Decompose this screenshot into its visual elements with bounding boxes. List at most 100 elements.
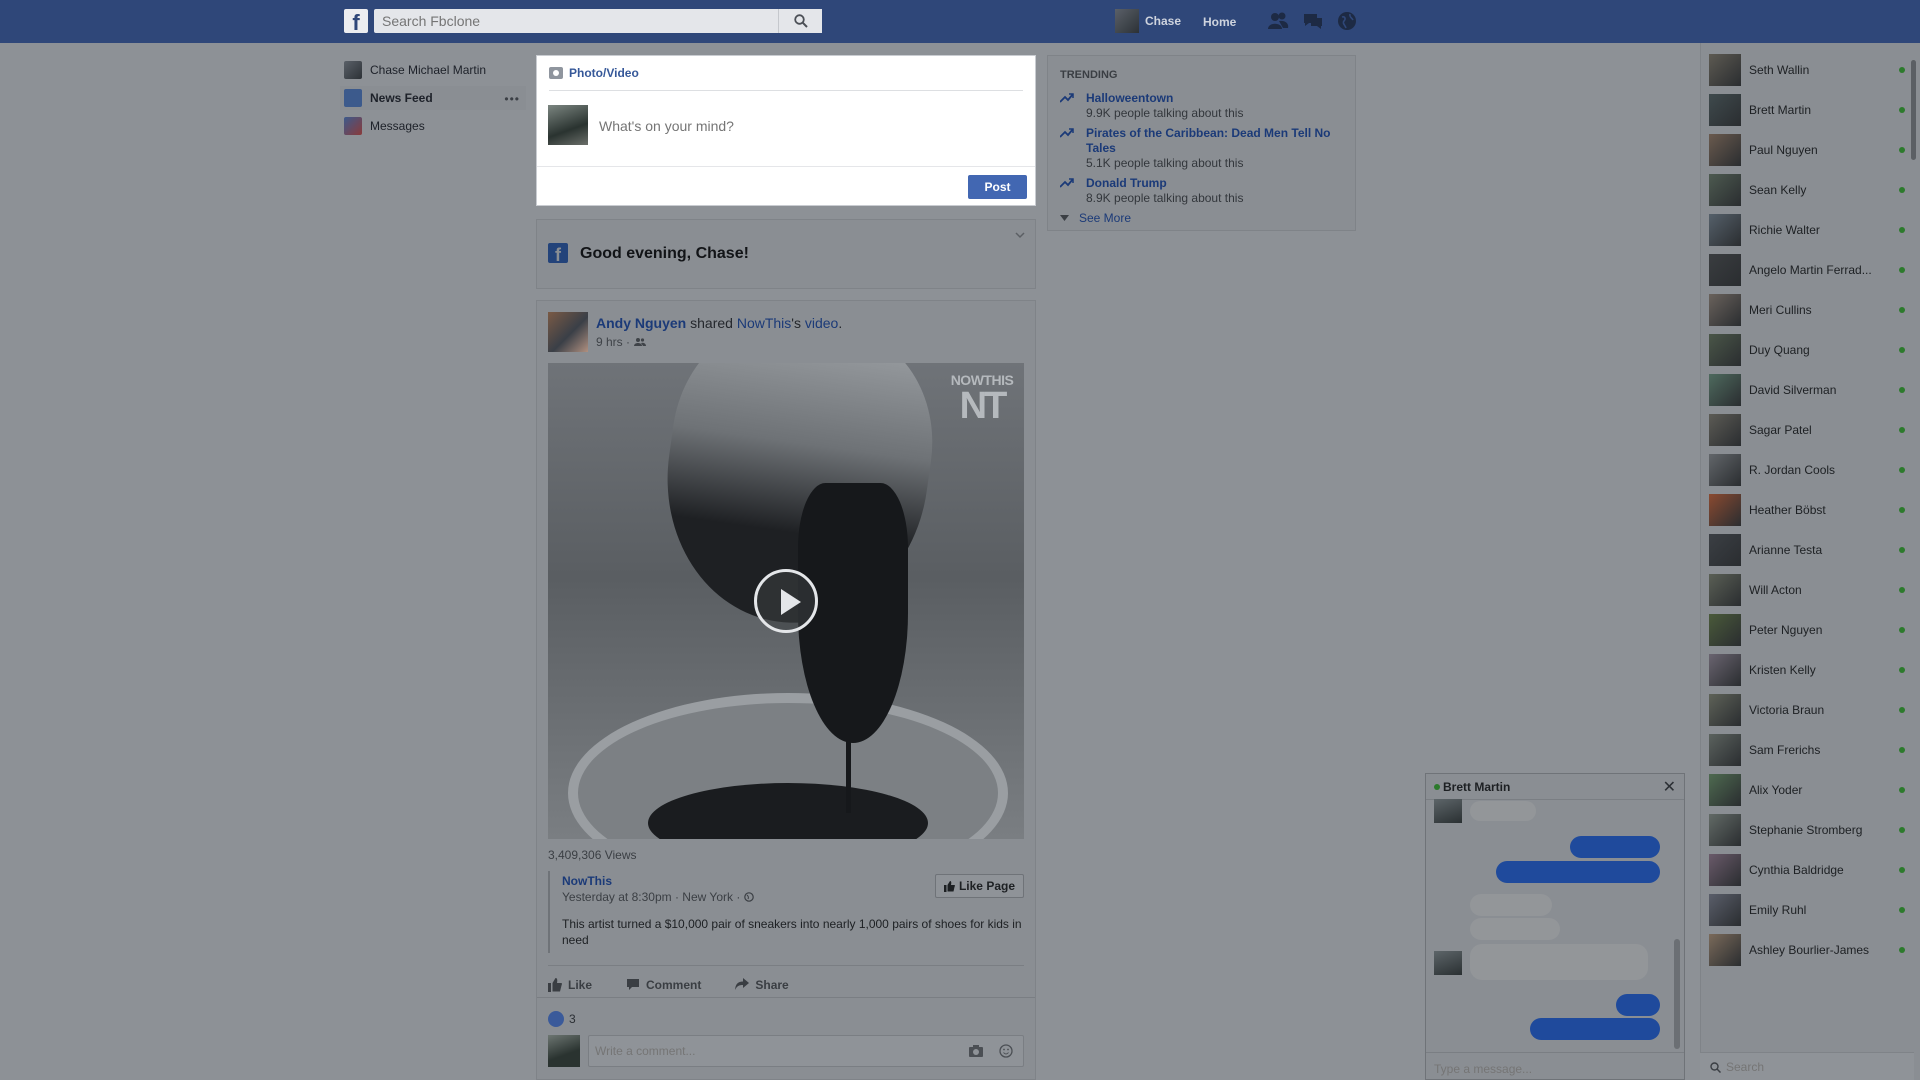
messages-icon[interactable] — [1302, 11, 1324, 31]
see-more-link[interactable]: See More — [1060, 211, 1131, 225]
chat-search-input[interactable] — [1726, 1060, 1906, 1074]
chevron-down-icon[interactable] — [1015, 230, 1025, 240]
chat-friend[interactable]: Kristen Kelly — [1709, 654, 1905, 686]
like-button[interactable]: Like — [548, 977, 592, 992]
nowthis-watermark: NOWTHIS NT — [948, 373, 1016, 425]
trending-title-link[interactable]: Halloweentown — [1086, 91, 1350, 106]
online-indicator — [1899, 507, 1905, 513]
avatar[interactable] — [548, 312, 588, 352]
trending-item[interactable]: Halloweentown 9.9K people talking about … — [1060, 91, 1350, 121]
chat-friend[interactable]: Paul Nguyen — [1709, 134, 1905, 166]
search-box — [374, 9, 822, 33]
chat-friend[interactable]: Richie Walter — [1709, 214, 1905, 246]
message-bubble-incoming — [1470, 894, 1552, 916]
comment-label: Comment — [646, 977, 702, 992]
avatar — [1709, 894, 1741, 926]
chat-friend[interactable]: Duy Quang — [1709, 334, 1905, 366]
like-page-button[interactable]: Like Page — [934, 874, 1024, 898]
chat-friend[interactable]: Sagar Patel — [1709, 414, 1905, 446]
avatar — [1709, 614, 1741, 646]
camera-icon[interactable] — [969, 1045, 983, 1057]
timestamp-text[interactable]: 9 hrs · — [596, 335, 630, 349]
comment-button[interactable]: Comment — [626, 978, 701, 992]
online-indicator — [1899, 947, 1905, 953]
status-input[interactable] — [599, 116, 1019, 136]
trending-item[interactable]: Donald Trump 8.9K people talking about t… — [1060, 176, 1350, 206]
post-composer: Photo/Video Post — [536, 55, 1036, 206]
search-input[interactable] — [374, 9, 778, 33]
home-link[interactable]: Home — [1203, 15, 1236, 29]
video-player[interactable]: NOWTHIS NT — [548, 363, 1024, 839]
chat-sidebar-scrollbar[interactable] — [1911, 60, 1916, 160]
chat-friend-name: Emily Ruhl — [1749, 903, 1807, 917]
chat-friend-name: Sagar Patel — [1749, 423, 1812, 437]
profile-link[interactable]: Chase — [1115, 8, 1181, 34]
chat-friend[interactable]: Alix Yoder — [1709, 774, 1905, 806]
video-link[interactable]: video — [805, 315, 838, 331]
shared-meta-text: Yesterday at 8:30pm · New York · — [562, 890, 741, 904]
comment-box — [588, 1035, 1024, 1067]
avatar — [1709, 294, 1741, 326]
chat-friend[interactable]: Sam Frerichs — [1709, 734, 1905, 766]
chat-message-input[interactable] — [1434, 1062, 1674, 1076]
emoji-icon[interactable] — [999, 1044, 1013, 1058]
chat-friend[interactable]: Heather Böbst — [1709, 494, 1905, 526]
trending-title-link[interactable]: Donald Trump — [1086, 176, 1350, 191]
divider — [549, 90, 1023, 91]
sidebar-item-messages[interactable]: Messages — [340, 114, 526, 138]
chat-friend-name: Victoria Braun — [1749, 703, 1825, 717]
online-indicator — [1899, 107, 1905, 113]
trending-title-link[interactable]: Pirates of the Caribbean: Dead Men Tell … — [1086, 126, 1350, 156]
author-link[interactable]: Andy Nguyen — [596, 315, 686, 331]
comment-input[interactable] — [595, 1044, 955, 1058]
search-icon — [1710, 1062, 1721, 1073]
globe-icon[interactable] — [1336, 11, 1358, 31]
shared-page-link[interactable]: NowThis — [562, 874, 612, 888]
facebook-logo[interactable]: f — [344, 9, 368, 33]
chat-friend[interactable]: David Silverman — [1709, 374, 1905, 406]
like-page-label: Like Page — [958, 879, 1015, 893]
search-button[interactable] — [778, 9, 822, 33]
chat-friend[interactable]: Emily Ruhl — [1709, 894, 1905, 926]
chat-friend[interactable]: Angelo Martin Ferrad... — [1709, 254, 1905, 286]
chat-friend-name: Meri Cullins — [1749, 303, 1812, 317]
chat-friend[interactable]: Meri Cullins — [1709, 294, 1905, 326]
photo-video-tab[interactable]: Photo/Video — [549, 66, 639, 80]
chat-window-scrollbar[interactable] — [1674, 939, 1680, 1049]
post-timestamp: 9 hrs · — [596, 335, 647, 349]
avatar — [1709, 734, 1741, 766]
chat-friend[interactable]: Peter Nguyen — [1709, 614, 1905, 646]
photo-video-label: Photo/Video — [569, 66, 639, 80]
chat-friend[interactable]: Arianne Testa — [1709, 534, 1905, 566]
close-icon[interactable]: ✕ — [1663, 777, 1676, 797]
play-button[interactable] — [754, 569, 818, 633]
friends-icon[interactable] — [1267, 11, 1289, 31]
post-button[interactable]: Post — [968, 175, 1027, 199]
chat-friend[interactable]: Brett Martin — [1709, 94, 1905, 126]
chat-friend[interactable]: R. Jordan Cools — [1709, 454, 1905, 486]
share-button[interactable]: Share — [735, 978, 789, 992]
online-indicator — [1899, 67, 1905, 73]
trending-item[interactable]: Pirates of the Caribbean: Dead Men Tell … — [1060, 126, 1350, 171]
chat-header[interactable]: Brett Martin ✕ — [1426, 774, 1684, 800]
avatar — [1709, 654, 1741, 686]
trending-icon — [1060, 93, 1074, 103]
chat-friend[interactable]: Will Acton — [1709, 574, 1905, 606]
page-link[interactable]: NowThis — [737, 315, 791, 331]
chat-friend[interactable]: Sean Kelly — [1709, 174, 1905, 206]
reactions-summary[interactable]: 3 — [537, 997, 1035, 1033]
avatar — [1709, 534, 1741, 566]
chat-friend[interactable]: Seth Wallin — [1709, 54, 1905, 86]
divider — [537, 166, 1035, 167]
search-icon — [794, 14, 808, 28]
chat-friend[interactable]: Cynthia Baldridge — [1709, 854, 1905, 886]
view-count: 3,409,306 Views — [548, 848, 637, 862]
chat-message-box — [1426, 1052, 1684, 1080]
chat-friend[interactable]: Victoria Braun — [1709, 694, 1905, 726]
sidebar-item-profile[interactable]: Chase Michael Martin — [340, 58, 526, 82]
possessive-text: 's — [791, 315, 805, 331]
chat-friend[interactable]: Stephanie Stromberg — [1709, 814, 1905, 846]
sidebar-item-news-feed[interactable]: News Feed ••• — [340, 86, 526, 110]
chat-friend[interactable]: Ashley Bourlier-James — [1709, 934, 1905, 966]
more-options-icon[interactable]: ••• — [504, 92, 520, 106]
